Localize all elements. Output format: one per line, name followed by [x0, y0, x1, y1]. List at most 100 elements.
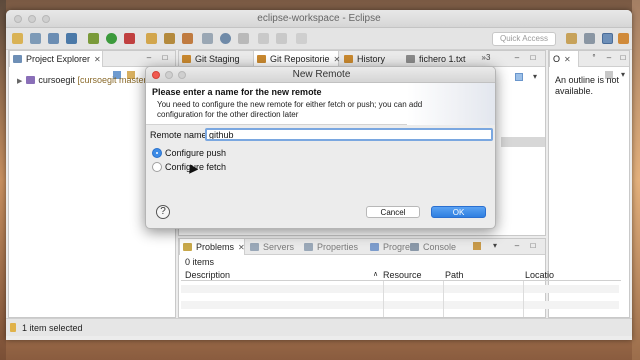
status-item-icon	[10, 323, 16, 332]
new-icon[interactable]	[12, 33, 23, 44]
maximize-icon[interactable]: □	[619, 54, 627, 62]
close-icon[interactable]: ✕	[94, 55, 101, 64]
selected-row-highlight	[501, 137, 545, 147]
minimize-icon[interactable]: –	[513, 242, 521, 250]
tab-console[interactable]: Console	[407, 239, 467, 255]
git-staging-icon	[182, 55, 191, 63]
tab-label: O	[553, 54, 561, 64]
remote-name-label: Remote name:	[150, 130, 210, 140]
tab-git-repositories[interactable]: Git Repositorie ✕	[253, 51, 341, 67]
window-title: eclipse-workspace - Eclipse	[257, 13, 381, 24]
expand-arrow-icon[interactable]: ▶	[17, 78, 22, 85]
center-tabs-header: Git Staging Git Repositorie ✕ History fic…	[179, 51, 545, 67]
tab-label: Servers	[263, 242, 295, 252]
save-icon[interactable]	[30, 33, 41, 44]
table-row	[181, 285, 619, 293]
tab-label: History	[357, 54, 386, 64]
maximize-icon[interactable]: □	[161, 54, 169, 62]
help-icon[interactable]: ?	[156, 205, 170, 219]
problems-panel: Problems ✕ Servers Properties Progress Co…	[178, 238, 621, 318]
search-icon[interactable]	[182, 33, 193, 44]
globe-icon[interactable]	[220, 33, 231, 44]
view-menu-icon[interactable]: ▾	[531, 73, 539, 81]
tab-fichero[interactable]: fichero 1.txt	[403, 51, 481, 67]
tab-history[interactable]: History	[341, 51, 401, 67]
tab-git-staging[interactable]: Git Staging	[179, 51, 251, 67]
team-perspective-icon[interactable]	[618, 33, 629, 44]
debug-icon[interactable]	[88, 33, 99, 44]
run-icon[interactable]	[106, 33, 117, 44]
configure-push-label[interactable]: Configure push	[165, 148, 226, 158]
column-divider	[443, 281, 444, 317]
tab-properties[interactable]: Properties	[301, 239, 367, 255]
column-path[interactable]: Path	[445, 270, 464, 280]
minimize-icon[interactable]: –	[145, 54, 153, 62]
dialog-header-title: Please enter a name for the new remote	[152, 87, 322, 97]
table-row	[181, 301, 619, 309]
tab-outline[interactable]: O ✕	[549, 51, 579, 67]
column-divider	[383, 281, 384, 317]
tab-project-explorer[interactable]: Project Explorer ✕	[9, 51, 103, 67]
external-tools-icon[interactable]	[124, 33, 135, 44]
column-location[interactable]: Locatio	[525, 270, 554, 280]
window-titlebar: eclipse-workspace - Eclipse	[6, 10, 632, 28]
cancel-button[interactable]: Cancel	[366, 206, 420, 218]
configure-fetch-radio[interactable]	[152, 162, 162, 172]
tab-label: Project Explorer	[26, 54, 91, 64]
minimize-icon[interactable]: –	[605, 54, 613, 62]
desktop-background-right	[632, 0, 640, 360]
progress-icon	[370, 243, 379, 251]
new-project-icon[interactable]	[146, 33, 157, 44]
ok-button[interactable]: OK	[431, 206, 486, 218]
open-perspective-icon[interactable]	[566, 33, 577, 44]
remote-name-input[interactable]	[205, 128, 493, 141]
status-text: 1 item selected	[22, 323, 83, 333]
close-icon[interactable]: ✕	[334, 55, 341, 64]
link-with-selection-icon[interactable]	[515, 73, 523, 81]
dialog-header: Please enter a name for the new remote Y…	[146, 83, 495, 125]
close-icon[interactable]: ✕	[564, 55, 571, 64]
filter-icon[interactable]	[473, 242, 481, 250]
problems-summary: 0 items	[185, 257, 215, 267]
project-name: cursoegit	[38, 75, 75, 85]
forward-nav-icon[interactable]	[258, 33, 269, 44]
problems-table-header: Description ∧ Resource Path Locatio	[181, 269, 621, 281]
minimize-icon[interactable]: –	[513, 54, 521, 62]
print-icon[interactable]	[66, 33, 77, 44]
open-type-icon[interactable]	[164, 33, 175, 44]
tab-label: Git Staging	[195, 54, 240, 64]
save-all-icon[interactable]	[48, 33, 59, 44]
close-icon[interactable]: ✕	[238, 243, 245, 252]
tab-problems[interactable]: Problems ✕	[179, 239, 245, 255]
project-explorer-header: Project Explorer ✕ – □	[9, 51, 175, 67]
project-icon	[26, 76, 36, 84]
java-perspective-icon[interactable]	[584, 33, 595, 44]
repo-branch: [cursoegit master]	[77, 75, 149, 85]
overflow-tabs-indicator[interactable]: »3	[479, 54, 493, 62]
git-perspective-icon[interactable]	[602, 33, 613, 44]
eclipse-window: eclipse-workspace - Eclipse Quick Access…	[6, 10, 632, 340]
outline-header: O ✕ ° – □	[549, 51, 629, 67]
history-nav-icon[interactable]	[296, 33, 307, 44]
tab-label: Properties	[317, 242, 359, 252]
tree-item-project[interactable]: ▶ cursoegit [cursoegit master]	[17, 75, 149, 85]
maximize-icon[interactable]: □	[529, 242, 537, 250]
pin-icon[interactable]	[202, 33, 213, 44]
configure-push-radio[interactable]	[152, 148, 162, 158]
maximize-icon[interactable]: □	[529, 54, 537, 62]
sort-ascending-icon[interactable]: ∧	[373, 270, 378, 278]
view-menu-icon[interactable]: ▾	[491, 242, 499, 250]
tab-label: Git Repositorie	[270, 54, 330, 64]
history-icon	[344, 55, 353, 63]
status-bar: 1 item selected	[6, 318, 632, 336]
annotation-icon[interactable]	[238, 33, 249, 44]
dialog-header-message: You need to configure the new remote for…	[157, 100, 423, 119]
column-description[interactable]: Description	[185, 270, 230, 280]
console-icon	[410, 243, 419, 251]
back-nav-icon[interactable]	[276, 33, 287, 44]
tab-servers[interactable]: Servers	[247, 239, 299, 255]
quick-access-field[interactable]: Quick Access	[492, 32, 556, 46]
main-toolbar: Quick Access	[6, 28, 632, 50]
dialog-titlebar: New Remote	[146, 67, 495, 83]
column-resource[interactable]: Resource	[383, 270, 422, 280]
